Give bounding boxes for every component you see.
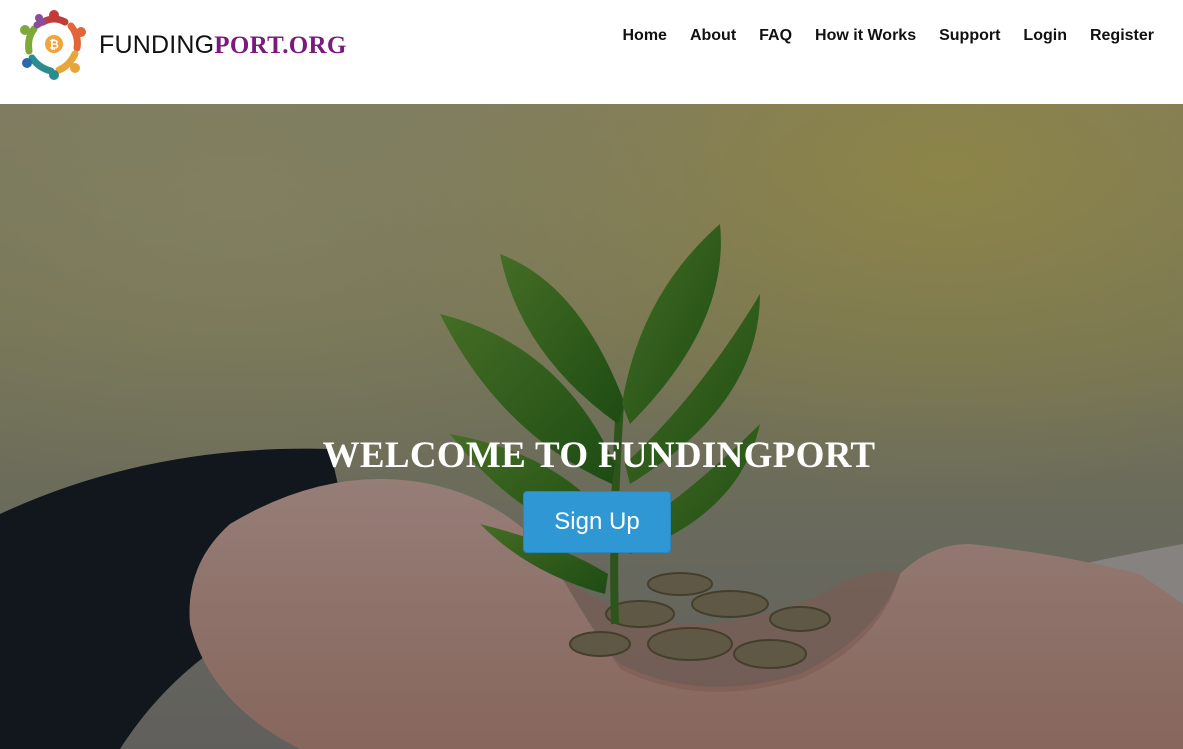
sign-up-button[interactable]: Sign Up xyxy=(523,491,671,553)
site-logo-link[interactable]: ₿ FUNDINGPORT.ORG xyxy=(17,8,346,80)
svg-text:₿: ₿ xyxy=(49,38,59,52)
nav-support[interactable]: Support xyxy=(939,26,1000,46)
nav-login[interactable]: Login xyxy=(1023,26,1067,46)
hero-title: WELCOME TO FUNDINGPORT xyxy=(322,435,876,476)
nav-about[interactable]: About xyxy=(690,26,736,46)
site-header: ₿ FUNDINGPORT.ORG Home About FAQ How it … xyxy=(0,0,1183,104)
main-nav: Home About FAQ How it Works Support Logi… xyxy=(623,26,1155,46)
site-name-part2: PORT.ORG xyxy=(214,31,347,59)
nav-register[interactable]: Register xyxy=(1090,26,1154,46)
people-circle-bitcoin-logo-icon: ₿ xyxy=(20,10,86,80)
nav-how-it-works[interactable]: How it Works xyxy=(815,26,916,46)
hero-overlay xyxy=(0,104,1183,749)
nav-home[interactable]: Home xyxy=(623,26,667,46)
site-name: FUNDINGPORT.ORG xyxy=(99,30,347,59)
hero-section: WELCOME TO FUNDINGPORT Sign Up xyxy=(0,104,1183,749)
nav-faq[interactable]: FAQ xyxy=(759,26,792,46)
site-name-part1: FUNDING xyxy=(99,30,215,59)
